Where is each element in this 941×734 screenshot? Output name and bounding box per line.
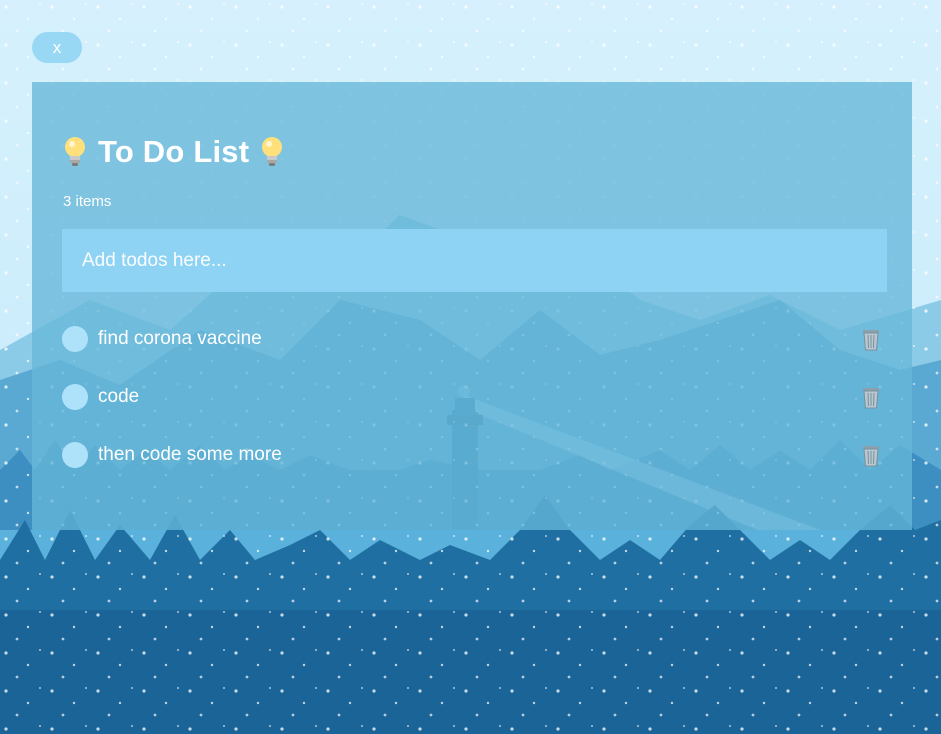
light-bulb-icon — [65, 137, 85, 166]
todo-text: code — [98, 386, 140, 407]
todo-checkbox[interactable] — [62, 326, 88, 352]
page-title: To Do List — [98, 134, 250, 169]
todo-checkbox[interactable] — [62, 384, 88, 410]
trash-can-icon[interactable] — [861, 385, 881, 409]
todo-item: then code some more — [62, 426, 887, 484]
todo-item: code — [62, 368, 887, 426]
title-row: To Do List — [62, 132, 285, 172]
todo-checkbox[interactable] — [62, 442, 88, 468]
todo-item: find corona vaccine — [62, 310, 887, 368]
item-count: 3 items — [63, 193, 112, 210]
todo-text: then code some more — [98, 444, 282, 465]
add-todo-input[interactable] — [62, 229, 887, 292]
todo-list: find corona vaccine code then code some … — [62, 310, 887, 484]
close-button[interactable]: x — [32, 32, 82, 63]
light-bulb-icon — [262, 137, 283, 166]
todo-panel: To Do List 3 items find corona vaccine c… — [32, 82, 912, 530]
trash-can-icon[interactable] — [861, 327, 881, 351]
trash-can-icon[interactable] — [861, 443, 881, 467]
todo-text: find corona vaccine — [98, 328, 262, 349]
